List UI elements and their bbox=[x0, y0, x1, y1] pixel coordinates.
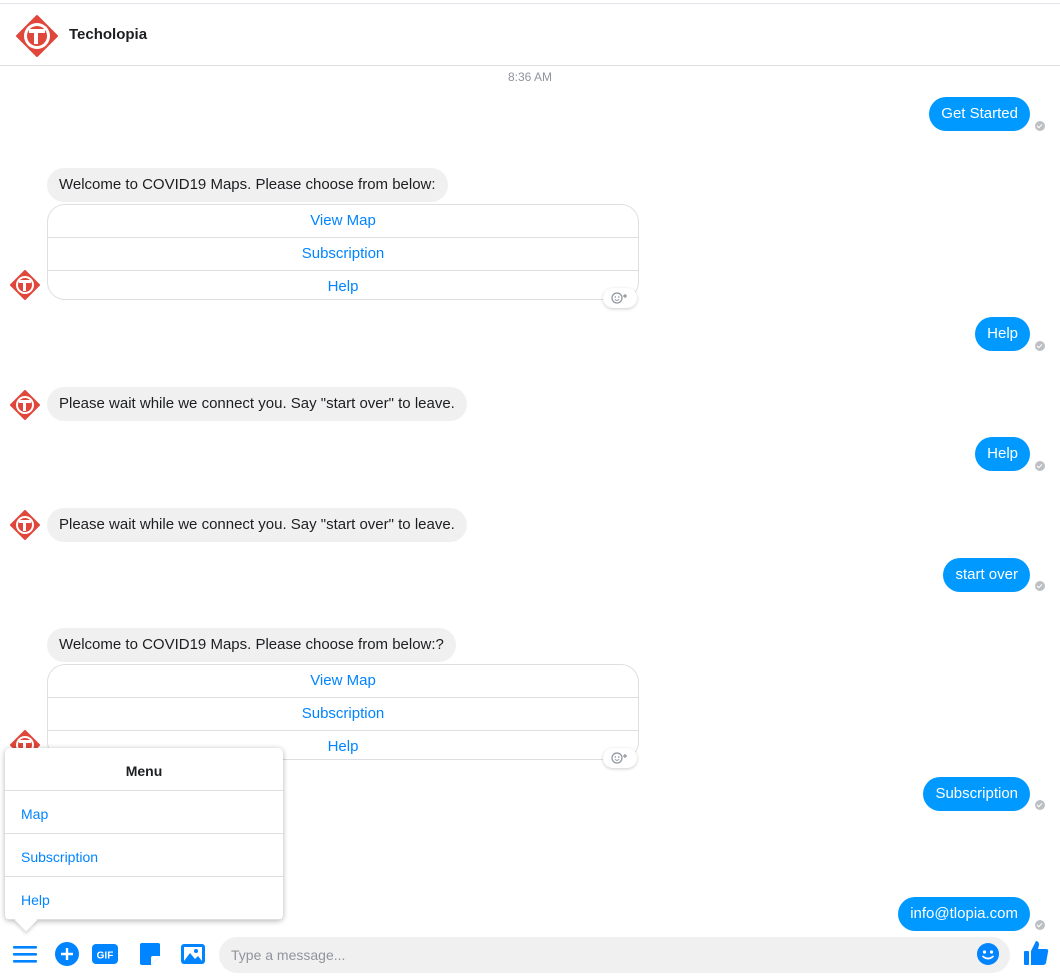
incoming-message[interactable]: Please wait while we connect you. Say "s… bbox=[47, 508, 467, 542]
chat-header: Techolopia bbox=[0, 4, 1060, 66]
message-input[interactable]: Type a message... bbox=[219, 937, 1010, 973]
bot-avatar-icon bbox=[10, 270, 40, 300]
add-reaction-button[interactable] bbox=[603, 748, 637, 768]
view-map-button[interactable]: View Map bbox=[48, 205, 638, 238]
outgoing-message[interactable]: info@tlopia.com bbox=[898, 897, 1030, 931]
menu-item-map[interactable]: Map bbox=[5, 791, 283, 834]
seen-check-icon bbox=[1035, 581, 1045, 591]
outgoing-message[interactable]: Help bbox=[975, 437, 1030, 471]
hamburger-menu-icon[interactable] bbox=[12, 941, 38, 967]
gif-label: GIF bbox=[97, 951, 114, 962]
quick-reply-card: View Map Subscription Help bbox=[47, 204, 639, 300]
chat-title[interactable]: Techolopia bbox=[69, 26, 147, 43]
bot-avatar-icon bbox=[10, 510, 40, 540]
incoming-message[interactable]: Welcome to COVID19 Maps. Please choose f… bbox=[47, 628, 456, 662]
techolopia-logo-icon[interactable] bbox=[15, 14, 59, 58]
subscription-button[interactable]: Subscription bbox=[48, 238, 638, 271]
outgoing-message[interactable]: start over bbox=[943, 558, 1030, 592]
message-composer: GIF Type a message... bbox=[0, 933, 1060, 978]
bot-avatar-icon bbox=[10, 390, 40, 420]
seen-check-icon bbox=[1035, 461, 1045, 471]
help-button[interactable]: Help bbox=[48, 271, 638, 299]
image-icon[interactable] bbox=[180, 941, 206, 967]
seen-check-icon bbox=[1035, 920, 1045, 930]
gif-icon[interactable]: GIF bbox=[92, 941, 118, 967]
menu-item-help[interactable]: Help bbox=[5, 877, 283, 920]
add-reaction-icon bbox=[611, 292, 627, 304]
quick-reply-card: View Map Subscription Help bbox=[47, 664, 639, 760]
outgoing-message[interactable]: Get Started bbox=[929, 97, 1030, 131]
view-map-button[interactable]: View Map bbox=[48, 665, 638, 698]
seen-check-icon bbox=[1035, 121, 1045, 131]
plus-icon[interactable] bbox=[54, 941, 80, 967]
persistent-menu-popup: Menu Map Subscription Help bbox=[5, 748, 283, 932]
subscription-button[interactable]: Subscription bbox=[48, 698, 638, 731]
add-reaction-icon bbox=[611, 752, 627, 764]
seen-check-icon bbox=[1035, 341, 1045, 351]
incoming-message[interactable]: Welcome to COVID19 Maps. Please choose f… bbox=[47, 168, 448, 202]
outgoing-message[interactable]: Subscription bbox=[923, 777, 1030, 811]
seen-check-icon bbox=[1035, 800, 1045, 810]
menu-title: Menu bbox=[5, 748, 283, 791]
add-reaction-button[interactable] bbox=[603, 288, 637, 308]
incoming-message[interactable]: Please wait while we connect you. Say "s… bbox=[47, 387, 467, 421]
thumbs-up-icon[interactable] bbox=[1022, 938, 1050, 968]
emoji-icon[interactable] bbox=[975, 941, 1001, 967]
outgoing-message[interactable]: Help bbox=[975, 317, 1030, 351]
sticker-icon[interactable] bbox=[137, 941, 163, 967]
menu-item-subscription[interactable]: Subscription bbox=[5, 834, 283, 877]
message-timestamp: 8:36 AM bbox=[507, 70, 553, 84]
